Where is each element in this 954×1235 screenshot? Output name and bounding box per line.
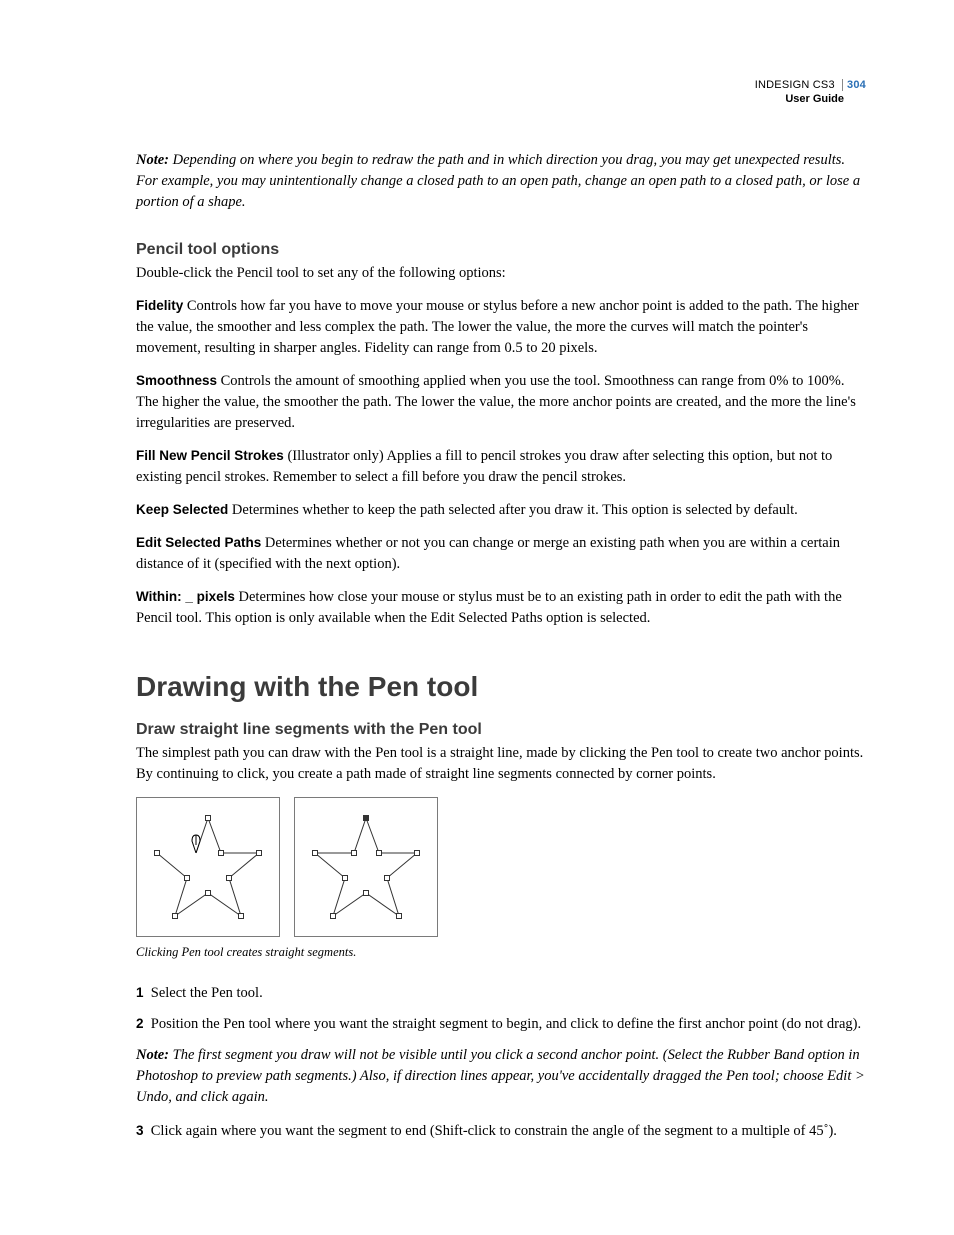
term-keep: Keep Selected [136, 502, 228, 517]
step-1: 1 Select the Pen tool. [136, 983, 866, 1004]
pen-intro: The simplest path you can draw with the … [136, 743, 866, 785]
def-fill: Fill New Pencil Strokes (Illustrator onl… [136, 446, 866, 488]
text-keep: Determines whether to keep the path sele… [232, 502, 798, 518]
page-number: 304 [842, 79, 866, 91]
def-edit: Edit Selected Paths Determines whether o… [136, 533, 866, 575]
step-text: Click again where you want the segment t… [151, 1123, 837, 1139]
step-number: 2 [136, 1016, 144, 1031]
heading-pen-section: Drawing with the Pen tool [136, 671, 866, 703]
pen-cursor-icon [189, 833, 203, 853]
def-within: Within: _ pixels Determines how close yo… [136, 587, 866, 629]
figure-caption: Clicking Pen tool creates straight segme… [136, 943, 866, 961]
page-content: Note: Depending on where you begin to re… [136, 150, 866, 1142]
note-first-segment: Note: The first segment you draw will no… [136, 1045, 866, 1108]
def-keep: Keep Selected Determines whether to keep… [136, 500, 866, 521]
step-number: 3 [136, 1123, 144, 1138]
text-smoothness: Controls the amount of smoothing applied… [136, 373, 856, 431]
note-label: Note: [136, 1047, 169, 1063]
note-body: Depending on where you begin to redraw t… [136, 152, 860, 210]
figure-star-segments [136, 797, 866, 937]
term-edit: Edit Selected Paths [136, 535, 261, 550]
step-number: 1 [136, 985, 144, 1000]
term-fidelity: Fidelity [136, 298, 183, 313]
figure-panel-1 [136, 797, 280, 937]
product-name: INDESIGN CS3 [755, 79, 835, 91]
term-fill: Fill New Pencil Strokes [136, 448, 284, 463]
note-label: Note: [136, 152, 169, 168]
step-2: 2 Position the Pen tool where you want t… [136, 1014, 866, 1035]
guide-label: User Guide [755, 92, 866, 106]
def-fidelity: Fidelity Controls how far you have to mo… [136, 296, 866, 359]
figure-panel-2 [294, 797, 438, 937]
step-text: Select the Pen tool. [151, 985, 263, 1001]
page: INDESIGN CS3 304 User Guide Note: Depend… [0, 0, 954, 1235]
term-within: Within: _ pixels [136, 589, 235, 604]
step-3: 3 Click again where you want the segment… [136, 1121, 866, 1142]
heading-straight-segments: Draw straight line segments with the Pen… [136, 721, 866, 739]
term-smoothness: Smoothness [136, 373, 217, 388]
text-fidelity: Controls how far you have to move your m… [136, 298, 859, 356]
running-header: INDESIGN CS3 304 User Guide [755, 78, 866, 107]
pencil-intro: Double-click the Pencil tool to set any … [136, 263, 866, 284]
note-redraw: Note: Depending on where you begin to re… [136, 150, 866, 213]
heading-pencil-options: Pencil tool options [136, 241, 866, 259]
text-within: Determines how close your mouse or stylu… [136, 589, 842, 626]
note-body: The first segment you draw will not be v… [136, 1047, 865, 1105]
step-text: Position the Pen tool where you want the… [151, 1016, 861, 1032]
def-smoothness: Smoothness Controls the amount of smooth… [136, 371, 866, 434]
